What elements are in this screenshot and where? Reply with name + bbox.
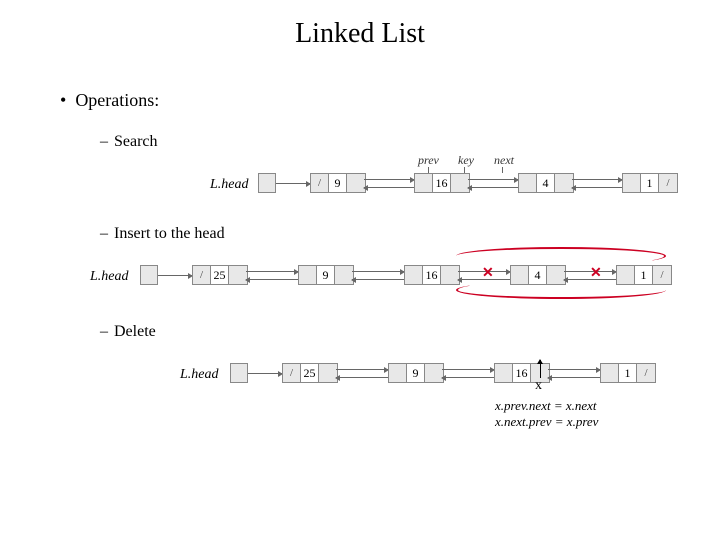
head-box-3 bbox=[230, 363, 248, 383]
red-x-2: ✕ bbox=[590, 265, 602, 282]
red-bypass-bottom bbox=[456, 281, 666, 299]
node-1c: 1 bbox=[600, 363, 656, 383]
lhead-delete: L.head bbox=[180, 367, 219, 383]
label-prev: prev bbox=[418, 153, 439, 168]
content-area: • Operations: –Search prev key next L.he… bbox=[0, 50, 720, 397]
node-9b: 9 bbox=[298, 265, 354, 285]
diagram-delete: L.head 25 9 16 1 bbox=[180, 349, 700, 397]
label-key: key bbox=[458, 153, 474, 168]
pseudocode-block: x.prev.next = x.next x.next.prev = x.pre… bbox=[495, 398, 598, 430]
head-box-2 bbox=[140, 265, 158, 285]
node-25c: 25 bbox=[282, 363, 338, 383]
lhead-insert: L.head bbox=[90, 269, 129, 285]
delete-label: Delete bbox=[114, 323, 156, 340]
page-title: Linked List bbox=[0, 0, 720, 50]
node-16: 16 bbox=[414, 173, 470, 193]
sub-bullet-search: –Search bbox=[100, 133, 670, 151]
pseudo-line-1: x.prev.next = x.next bbox=[495, 398, 598, 414]
red-x-1: ✕ bbox=[482, 265, 494, 282]
operations-bullet: • Operations: bbox=[60, 90, 670, 111]
lhead-search: L.head bbox=[210, 177, 249, 193]
search-label: Search bbox=[114, 133, 158, 150]
label-next: next bbox=[494, 153, 514, 168]
head-box bbox=[258, 173, 276, 193]
pseudo-line-2: x.next.prev = x.prev bbox=[495, 414, 598, 430]
sub-bullet-insert: –Insert to the head bbox=[100, 225, 670, 243]
node-9: 9 bbox=[310, 173, 366, 193]
diagram-insert: L.head 25 9 16 4 1 ✕ ✕ bbox=[90, 251, 720, 305]
x-pointer-arrow bbox=[540, 360, 541, 378]
node-25: 25 bbox=[192, 265, 248, 285]
operations-label: Operations: bbox=[75, 90, 159, 110]
x-annotation: x bbox=[535, 378, 542, 394]
node-9c: 9 bbox=[388, 363, 444, 383]
red-bypass-top bbox=[456, 247, 666, 265]
insert-label: Insert to the head bbox=[114, 225, 225, 242]
node-16b: 16 bbox=[404, 265, 460, 285]
node-4: 4 bbox=[518, 173, 574, 193]
diagram-search: prev key next L.head 9 16 4 1 bbox=[210, 159, 710, 207]
node-1: 1 bbox=[622, 173, 678, 193]
sub-bullet-delete: –Delete bbox=[100, 323, 670, 341]
